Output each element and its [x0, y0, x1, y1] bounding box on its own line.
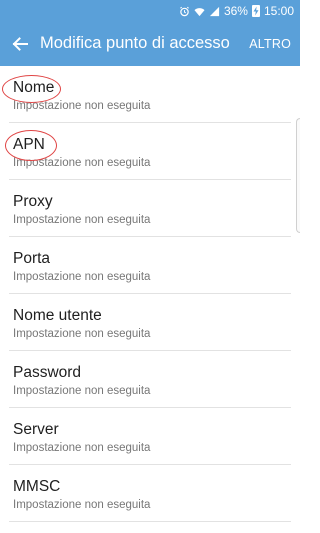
list-item-value: Impostazione non eseguita — [13, 157, 151, 169]
app-bar: Modifica punto di accesso ALTRO — [0, 22, 300, 66]
list-item-label: Server — [13, 421, 59, 438]
back-arrow-icon[interactable] — [10, 34, 30, 54]
edge-scroll-handle[interactable] — [296, 118, 300, 233]
list-item-value: Impostazione non eseguita — [13, 271, 151, 283]
list-item-value: Impostazione non eseguita — [13, 499, 151, 511]
list-item-label: MMSC — [13, 478, 61, 495]
list-item-proxy[interactable]: Proxy Impostazione non eseguita — [9, 180, 291, 237]
list-item-nome[interactable]: Nome Impostazione non eseguita — [9, 66, 291, 123]
status-time: 15:00 — [263, 4, 294, 18]
wifi-icon — [194, 6, 205, 17]
list-item-label: Porta — [13, 250, 51, 267]
list-item-value: Impostazione non eseguita — [13, 442, 151, 454]
list-item-label: Nome — [13, 79, 55, 96]
list-item-label: Proxy — [13, 193, 53, 210]
status-bar: 36% 15:00 — [0, 0, 300, 22]
battery-icon — [251, 5, 260, 17]
list-item-server[interactable]: Server Impostazione non eseguita — [9, 408, 291, 465]
list-item-value: Impostazione non eseguita — [13, 385, 151, 397]
list-item-value: Impostazione non eseguita — [13, 328, 151, 340]
list-item-porta[interactable]: Porta Impostazione non eseguita — [9, 237, 291, 294]
alarm-icon — [179, 6, 190, 17]
list-item-label: APN — [13, 136, 45, 153]
list-item-value: Impostazione non eseguita — [13, 214, 151, 226]
list-item-value: Impostazione non eseguita — [13, 100, 151, 112]
apn-settings-list: Nome Impostazione non eseguita APN Impos… — [0, 66, 300, 522]
list-item-label: Nome utente — [13, 307, 102, 324]
list-item-label: Password — [13, 364, 82, 381]
screen: 36% 15:00 Modifica punto di accesso ALTR… — [0, 0, 300, 533]
list-item-mmsc[interactable]: MMSC Impostazione non eseguita — [9, 465, 291, 522]
page-title: Modifica punto di accesso — [40, 34, 230, 52]
more-button[interactable]: ALTRO — [249, 37, 291, 51]
signal-icon — [209, 6, 220, 17]
list-item-apn[interactable]: APN Impostazione non eseguita — [9, 123, 291, 180]
list-item-password[interactable]: Password Impostazione non eseguita — [9, 351, 291, 408]
battery-percent: 36% — [223, 4, 248, 18]
list-item-nome-utente[interactable]: Nome utente Impostazione non eseguita — [9, 294, 291, 351]
